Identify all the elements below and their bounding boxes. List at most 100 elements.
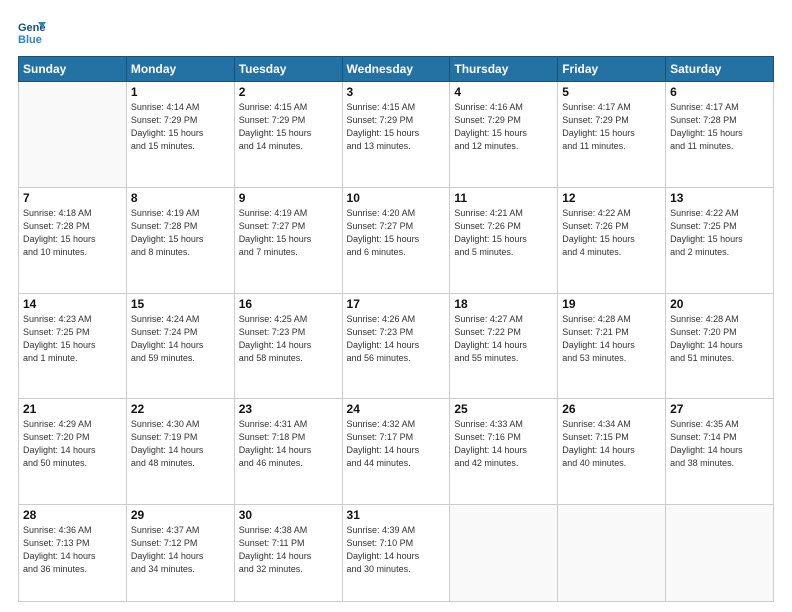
calendar-cell: 20 Sunrise: 4:28 AMSunset: 7:20 PMDayligh… [666,293,774,399]
cell-text: Sunrise: 4:22 AMSunset: 7:26 PMDaylight:… [562,207,661,259]
cell-text: Sunrise: 4:25 AMSunset: 7:23 PMDaylight:… [239,313,338,365]
calendar-cell: 17 Sunrise: 4:26 AMSunset: 7:23 PMDayligh… [342,293,450,399]
calendar-cell: 24 Sunrise: 4:32 AMSunset: 7:17 PMDayligh… [342,399,450,505]
cell-text: Sunrise: 4:19 AMSunset: 7:27 PMDaylight:… [239,207,338,259]
cell-text: Sunrise: 4:20 AMSunset: 7:27 PMDaylight:… [347,207,446,259]
day-number: 8 [131,191,230,205]
cell-text: Sunrise: 4:22 AMSunset: 7:25 PMDaylight:… [670,207,769,259]
weekday-header: Thursday [450,57,558,82]
cell-text: Sunrise: 4:35 AMSunset: 7:14 PMDaylight:… [670,418,769,470]
day-number: 29 [131,508,230,522]
cell-text: Sunrise: 4:18 AMSunset: 7:28 PMDaylight:… [23,207,122,259]
cell-text: Sunrise: 4:29 AMSunset: 7:20 PMDaylight:… [23,418,122,470]
calendar-cell: 12 Sunrise: 4:22 AMSunset: 7:26 PMDayligh… [558,187,666,293]
day-number: 3 [347,85,446,99]
weekday-header: Friday [558,57,666,82]
header: General Blue [18,18,774,46]
calendar-cell: 22 Sunrise: 4:30 AMSunset: 7:19 PMDayligh… [126,399,234,505]
day-number: 18 [454,297,553,311]
calendar-cell: 8Sunrise: 4:19 AMSunset: 7:28 PMDaylight… [126,187,234,293]
calendar-cell: 7 Sunrise: 4:18 AMSunset: 7:28 PMDaylight… [19,187,127,293]
cell-text: Sunrise: 4:34 AMSunset: 7:15 PMDaylight:… [562,418,661,470]
calendar-cell [19,82,127,188]
weekday-header: Saturday [666,57,774,82]
day-number: 22 [131,402,230,416]
cell-text: Sunrise: 4:17 AMSunset: 7:29 PMDaylight:… [562,101,661,153]
cell-text: Sunrise: 4:28 AMSunset: 7:21 PMDaylight:… [562,313,661,365]
cell-text: Sunrise: 4:16 AMSunset: 7:29 PMDaylight:… [454,101,553,153]
calendar-cell: 11Sunrise: 4:21 AMSunset: 7:26 PMDayligh… [450,187,558,293]
logo: General Blue [18,18,50,46]
weekday-header: Wednesday [342,57,450,82]
weekday-header: Sunday [19,57,127,82]
day-number: 21 [23,402,122,416]
cell-text: Sunrise: 4:26 AMSunset: 7:23 PMDaylight:… [347,313,446,365]
calendar-cell: 28 Sunrise: 4:36 AMSunset: 7:13 PMDayligh… [19,505,127,602]
calendar-cell: 9 Sunrise: 4:19 AMSunset: 7:27 PMDaylight… [234,187,342,293]
cell-text: Sunrise: 4:23 AMSunset: 7:25 PMDaylight:… [23,313,122,365]
day-number: 5 [562,85,661,99]
cell-text: Sunrise: 4:15 AMSunset: 7:29 PMDaylight:… [347,101,446,153]
cell-text: Sunrise: 4:32 AMSunset: 7:17 PMDaylight:… [347,418,446,470]
day-number: 24 [347,402,446,416]
day-number: 30 [239,508,338,522]
day-number: 19 [562,297,661,311]
svg-text:Blue: Blue [18,34,42,46]
calendar-table: SundayMondayTuesdayWednesdayThursdayFrid… [18,56,774,602]
weekday-header: Tuesday [234,57,342,82]
calendar-cell: 31 Sunrise: 4:39 AMSunset: 7:10 PMDayligh… [342,505,450,602]
cell-text: Sunrise: 4:30 AMSunset: 7:19 PMDaylight:… [131,418,230,470]
day-number: 23 [239,402,338,416]
day-number: 15 [131,297,230,311]
calendar-cell: 1 Sunrise: 4:14 AMSunset: 7:29 PMDaylight… [126,82,234,188]
day-number: 9 [239,191,338,205]
day-number: 14 [23,297,122,311]
cell-text: Sunrise: 4:31 AMSunset: 7:18 PMDaylight:… [239,418,338,470]
day-number: 7 [23,191,122,205]
calendar-cell: 21 Sunrise: 4:29 AMSunset: 7:20 PMDayligh… [19,399,127,505]
calendar-cell: 10 Sunrise: 4:20 AMSunset: 7:27 PMDayligh… [342,187,450,293]
day-number: 28 [23,508,122,522]
day-number: 6 [670,85,769,99]
calendar-cell: 23 Sunrise: 4:31 AMSunset: 7:18 PMDayligh… [234,399,342,505]
calendar-cell: 19 Sunrise: 4:28 AMSunset: 7:21 PMDayligh… [558,293,666,399]
calendar-cell [450,505,558,602]
day-number: 16 [239,297,338,311]
cell-text: Sunrise: 4:39 AMSunset: 7:10 PMDaylight:… [347,524,446,576]
day-number: 17 [347,297,446,311]
calendar-cell: 29Sunrise: 4:37 AMSunset: 7:12 PMDayligh… [126,505,234,602]
cell-text: Sunrise: 4:33 AMSunset: 7:16 PMDaylight:… [454,418,553,470]
cell-text: Sunrise: 4:28 AMSunset: 7:20 PMDaylight:… [670,313,769,365]
calendar-cell: 2Sunrise: 4:15 AMSunset: 7:29 PMDaylight… [234,82,342,188]
day-number: 4 [454,85,553,99]
day-number: 13 [670,191,769,205]
day-number: 27 [670,402,769,416]
calendar-cell: 5 Sunrise: 4:17 AMSunset: 7:29 PMDaylight… [558,82,666,188]
calendar-cell: 26 Sunrise: 4:34 AMSunset: 7:15 PMDayligh… [558,399,666,505]
day-number: 2 [239,85,338,99]
day-number: 26 [562,402,661,416]
day-number: 25 [454,402,553,416]
cell-text: Sunrise: 4:21 AMSunset: 7:26 PMDaylight:… [454,207,553,259]
logo-icon: General Blue [18,18,46,46]
cell-text: Sunrise: 4:27 AMSunset: 7:22 PMDaylight:… [454,313,553,365]
day-number: 12 [562,191,661,205]
calendar-cell: 3 Sunrise: 4:15 AMSunset: 7:29 PMDaylight… [342,82,450,188]
day-number: 10 [347,191,446,205]
cell-text: Sunrise: 4:14 AMSunset: 7:29 PMDaylight:… [131,101,230,153]
calendar-cell: 27 Sunrise: 4:35 AMSunset: 7:14 PMDayligh… [666,399,774,505]
calendar-cell: 25 Sunrise: 4:33 AMSunset: 7:16 PMDayligh… [450,399,558,505]
calendar-cell: 30Sunrise: 4:38 AMSunset: 7:11 PMDayligh… [234,505,342,602]
weekday-header: Monday [126,57,234,82]
day-number: 20 [670,297,769,311]
calendar-cell: 14 Sunrise: 4:23 AMSunset: 7:25 PMDayligh… [19,293,127,399]
day-number: 31 [347,508,446,522]
calendar-cell [558,505,666,602]
day-number: 1 [131,85,230,99]
cell-text: Sunrise: 4:17 AMSunset: 7:28 PMDaylight:… [670,101,769,153]
cell-text: Sunrise: 4:36 AMSunset: 7:13 PMDaylight:… [23,524,122,576]
calendar-cell: 18 Sunrise: 4:27 AMSunset: 7:22 PMDayligh… [450,293,558,399]
calendar-cell [666,505,774,602]
calendar-cell: 16 Sunrise: 4:25 AMSunset: 7:23 PMDayligh… [234,293,342,399]
page: General Blue SundayMondayTuesdayWednesda… [0,0,792,612]
